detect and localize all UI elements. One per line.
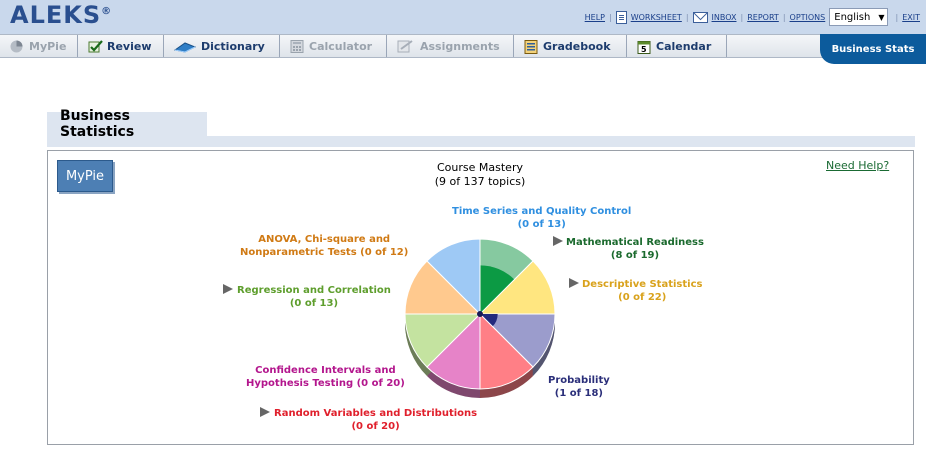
tab-assignments: Assignments [387,35,514,57]
pie-center [477,311,483,317]
gradebook-icon [524,40,538,54]
assignments-icon [397,40,415,53]
pie-icon [10,40,24,53]
pie-label-confidence-intervals[interactable]: Confidence Intervals and Hypothesis Test… [246,364,405,390]
tab-review[interactable]: Review [78,35,164,57]
help-link[interactable]: HELP [585,13,605,22]
pie-label-time-series[interactable]: Time Series and Quality Control (0 of 13… [452,205,631,231]
chevron-down-icon: ▼ [878,12,885,22]
top-links: HELP | WORKSHEET | INBOX | REPORT | OPTI… [585,8,920,26]
section-band [47,136,915,147]
pointer-arrow-icon [260,407,270,417]
checkmark-icon [88,40,103,53]
tab-business-stats[interactable]: Business Stats [820,34,926,64]
tab-bar: MyPie Review Dictionary Calculator Assig… [0,34,926,58]
worksheet-icon[interactable] [615,10,627,24]
tab-dictionary[interactable]: Dictionary [164,35,280,57]
aleks-logo[interactable]: ALEKS® [10,1,112,29]
need-help-link[interactable]: Need Help? [826,159,889,172]
mail-icon[interactable] [692,11,708,23]
tab-mypie[interactable]: MyPie [0,35,78,57]
tab-gradebook[interactable]: Gradebook [514,35,627,57]
options-link[interactable]: OPTIONS [790,13,826,22]
pie-label-random-variables[interactable]: Random Variables and Distributions (0 of… [274,407,477,433]
language-select[interactable]: English ▼ [829,8,888,26]
tab-calendar[interactable]: 5 Calendar [627,35,727,57]
pie-label-regression[interactable]: Regression and Correlation (0 of 13) [237,284,391,310]
mypie-button[interactable]: MyPie [57,160,113,192]
svg-text:5: 5 [641,45,647,54]
course-mastery-count: (9 of 137 topics) [434,175,526,188]
tab-calculator: Calculator [280,35,387,57]
course-mastery-title: Course Mastery [437,161,523,174]
calculator-icon [290,40,304,53]
report-link[interactable]: REPORT [747,13,779,22]
worksheet-link[interactable]: WORKSHEET [631,13,682,22]
exit-link[interactable]: EXIT [902,13,920,22]
pointer-arrow-icon [569,278,579,288]
book-icon [173,40,197,53]
pie-label-probability[interactable]: Probability (1 of 18) [548,374,610,400]
course-mastery-pie[interactable] [400,238,560,398]
pointer-arrow-icon [553,236,563,246]
calendar-icon: 5 [637,40,651,54]
pie-label-descriptive-statistics[interactable]: Descriptive Statistics (0 of 22) [582,278,702,304]
pie-label-anova[interactable]: ANOVA, Chi-square and Nonparametric Test… [240,233,408,259]
pointer-arrow-icon [223,284,233,294]
section-title: Business Statistics [47,108,207,140]
inbox-link[interactable]: INBOX [712,13,737,22]
pie-label-math-readiness[interactable]: Mathematical Readiness (8 of 19) [566,236,704,262]
app-header: ALEKS® HELP | WORKSHEET | INBOX | REPORT… [0,0,926,34]
